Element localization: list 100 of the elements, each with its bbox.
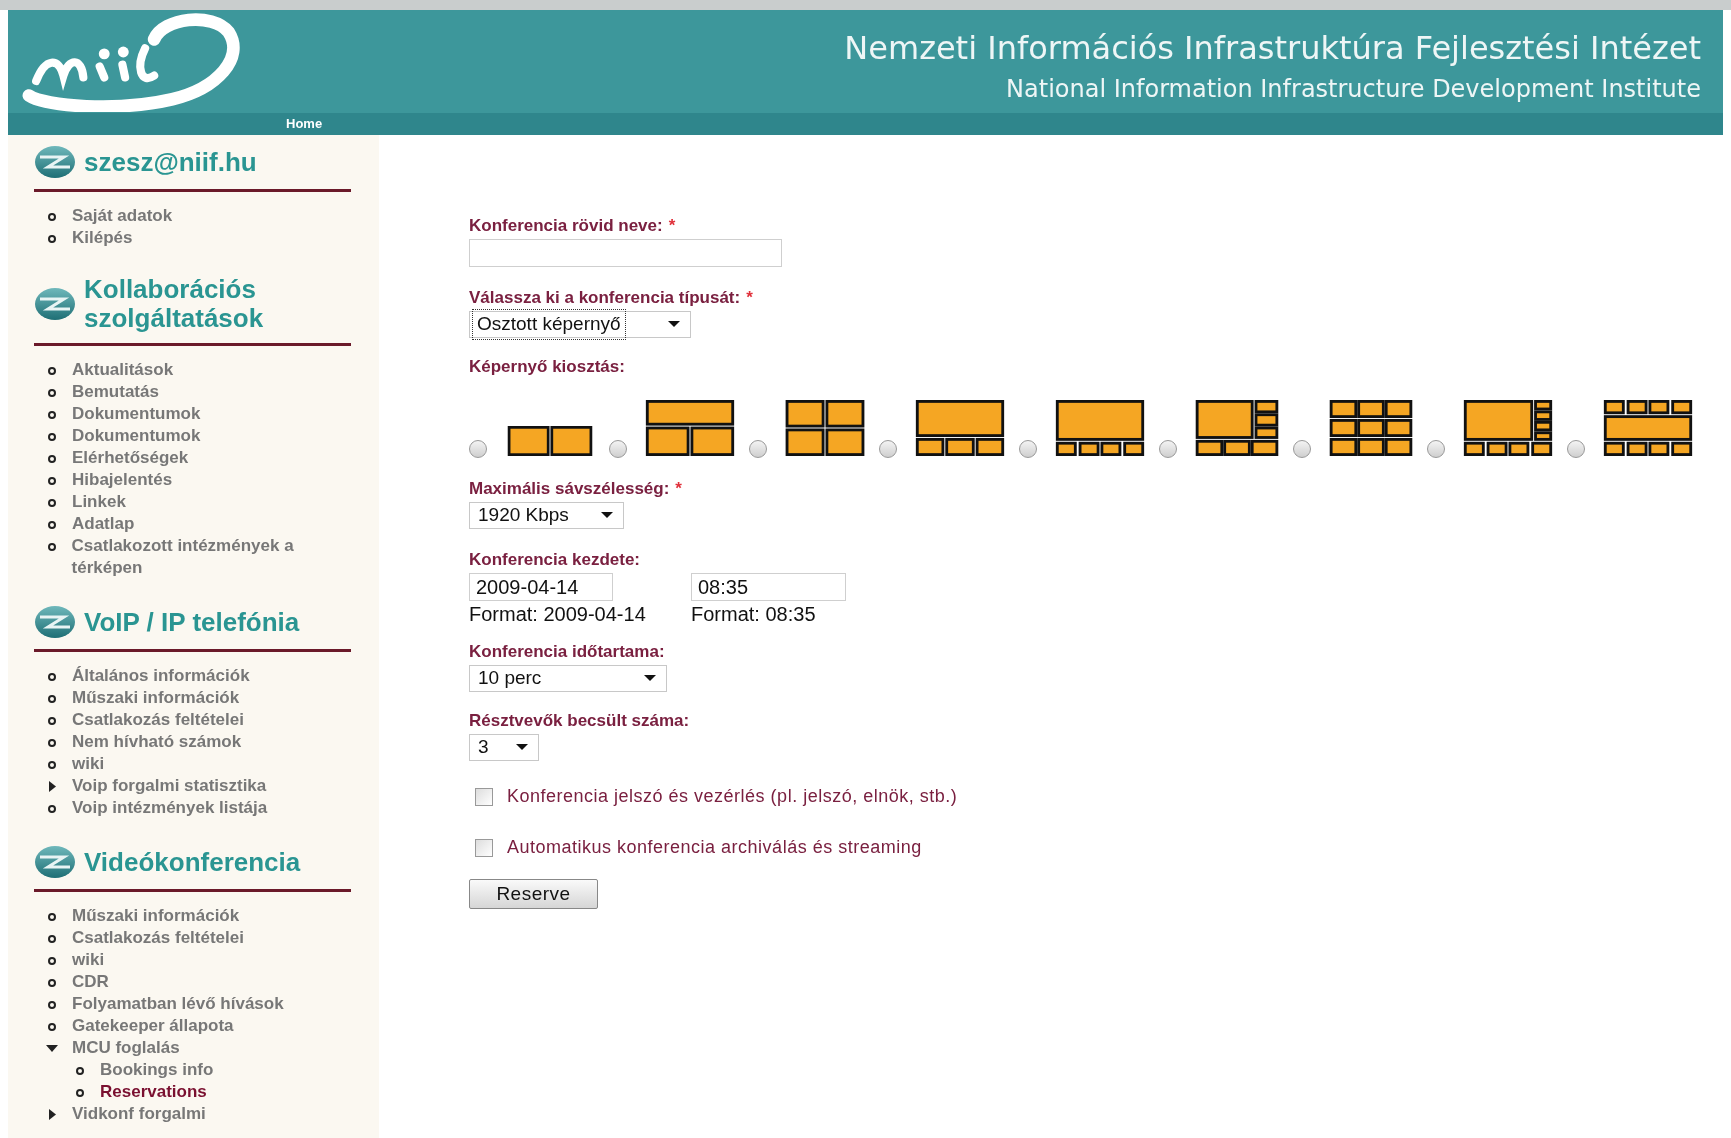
- sidebar-link[interactable]: Csatlakozás feltételei: [72, 927, 244, 949]
- bullet-icon: [48, 695, 56, 703]
- dropdown-arrow-icon: [601, 512, 613, 519]
- dropdown[interactable]: Osztott képernyő: [469, 311, 691, 338]
- screen-layout-icon: [1195, 400, 1279, 456]
- layout-radio[interactable]: [1427, 440, 1445, 458]
- bullet-icon: [48, 499, 56, 507]
- required-mark: *: [668, 215, 676, 237]
- bullet-icon: [48, 521, 56, 529]
- nav-link[interactable]: Home: [286, 114, 323, 134]
- layout-radio[interactable]: [469, 440, 487, 458]
- sidebar-link[interactable]: Vidkonf forgalmi: [72, 1103, 206, 1125]
- bullet-icon: [47, 543, 56, 551]
- screen-layout-icon: [645, 400, 735, 456]
- dropdown[interactable]: 3: [469, 734, 539, 761]
- section-heading: szesz@niif.hu: [84, 147, 258, 177]
- collapsed-arrow-icon[interactable]: [49, 1109, 57, 1120]
- sidebar-link[interactable]: Elérhetőségek: [72, 447, 189, 469]
- section-heading: Kollaborációs szolgáltatások: [84, 275, 265, 333]
- sidebar-link[interactable]: Csatlakozott intézmények a térképen: [71, 535, 359, 579]
- sidebar-link[interactable]: Dokumentumok: [72, 425, 201, 447]
- sidebar-link[interactable]: Bemutatás: [72, 381, 159, 403]
- field-label: Képernyő kiosztás:: [469, 356, 625, 378]
- sidebar-link[interactable]: Reservations: [100, 1081, 207, 1103]
- sidebar-link[interactable]: Csatlakozás feltételei: [72, 709, 244, 731]
- sidebar-link[interactable]: MCU foglalás: [72, 1037, 180, 1059]
- field-label: Konferencia rövid neve:: [469, 215, 663, 237]
- layout-radio[interactable]: [609, 440, 627, 458]
- bullet-icon: [48, 477, 56, 485]
- checkbox[interactable]: [475, 838, 493, 857]
- bullet-icon: [48, 455, 56, 463]
- bullet-icon: [48, 433, 56, 441]
- bullet-icon: [48, 235, 56, 243]
- checkbox-label: Automatikus konferencia archiválás és streaming: [507, 836, 922, 859]
- section-heading: Videókonferencia: [84, 847, 302, 877]
- screen-layout-icon: [1055, 400, 1145, 456]
- sidebar-link[interactable]: Adatlap: [72, 513, 135, 535]
- bullet-icon: [76, 1067, 84, 1075]
- layout-radio[interactable]: [749, 440, 767, 458]
- layout-radio[interactable]: [1293, 440, 1311, 458]
- field-label: Konferencia kezdete:: [469, 549, 640, 571]
- dropdown[interactable]: 10 perc: [469, 665, 667, 692]
- sidebar-link[interactable]: Gatekeeper állapota: [72, 1015, 234, 1037]
- sidebar-link[interactable]: Kilépés: [72, 227, 133, 249]
- sidebar-link[interactable]: CDR: [72, 971, 109, 993]
- dropdown-arrow-icon: [644, 675, 656, 682]
- layout-radio[interactable]: [1019, 440, 1037, 458]
- sidebar-link[interactable]: Voip forgalmi statisztika: [72, 775, 267, 797]
- layout-radio[interactable]: [1567, 440, 1585, 458]
- bullet-icon: [48, 739, 56, 747]
- name-input[interactable]: [469, 239, 782, 267]
- sidebar-link[interactable]: Aktualitások: [72, 359, 174, 381]
- sidebar-link[interactable]: Hibajelentés: [72, 469, 173, 491]
- sidebar-link[interactable]: Saját adatok: [72, 205, 173, 227]
- screen-layout-icon: [1329, 400, 1413, 456]
- date-format-hint: Format: 2009-04-14: [469, 602, 647, 627]
- bullet-icon: [48, 389, 56, 397]
- bullet-icon: [48, 411, 56, 419]
- bullet-icon: [48, 957, 56, 965]
- bullet-icon: [48, 367, 56, 375]
- sidebar-link[interactable]: Nem hívható számok: [72, 731, 242, 753]
- bullet-icon: [48, 717, 56, 725]
- bullet-icon: [48, 761, 56, 769]
- dropdown[interactable]: 1920 Kbps: [469, 502, 624, 529]
- reserve-button[interactable]: Reserve: [469, 879, 598, 909]
- field-label: Maximális sávszélesség:: [469, 478, 670, 500]
- site-title: Nemzeti Információs Infrastruktúra Fejlesztési Intézet: [844, 28, 1701, 69]
- site-subtitle: National Information Infrastructure Development Institute: [1006, 74, 1701, 105]
- field-label: Résztvevők becsült száma:: [469, 710, 690, 732]
- sidebar-link[interactable]: Műszaki információk: [72, 905, 240, 927]
- sidebar-link[interactable]: wiki: [72, 949, 105, 971]
- screen-layout-icon: [1603, 400, 1693, 456]
- checkbox[interactable]: [475, 787, 493, 806]
- sidebar-link[interactable]: Általános információk: [72, 665, 250, 687]
- sidebar-link[interactable]: Dokumentumok: [72, 403, 201, 425]
- bullet-icon: [76, 1089, 84, 1097]
- bullet-icon: [48, 1001, 56, 1009]
- time-input[interactable]: 08:35: [691, 573, 846, 601]
- collapsed-arrow-icon[interactable]: [49, 781, 57, 792]
- layout-radio[interactable]: [1159, 440, 1177, 458]
- sidebar-link[interactable]: Műszaki információk: [72, 687, 240, 709]
- sidebar-link[interactable]: Bookings info: [100, 1059, 214, 1081]
- dropdown-arrow-icon: [516, 744, 528, 751]
- section-heading: VoIP / IP telefónia: [84, 607, 301, 637]
- time-format-hint: Format: 08:35: [691, 602, 817, 627]
- bullet-icon: [48, 913, 56, 921]
- sidebar-link[interactable]: Folyamatban lévő hívások: [72, 993, 284, 1015]
- screen-layout-icon: [915, 400, 1005, 456]
- date-input[interactable]: 2009-04-14: [469, 573, 613, 601]
- section-icon: [34, 605, 76, 639]
- sidebar-link[interactable]: wiki: [72, 753, 105, 775]
- expanded-arrow-icon[interactable]: [46, 1045, 58, 1053]
- section-icon: [34, 845, 76, 879]
- bullet-icon: [48, 979, 56, 987]
- dropdown-arrow-icon: [668, 321, 680, 328]
- required-mark: *: [746, 287, 753, 309]
- sidebar-link[interactable]: Linkek: [72, 491, 126, 513]
- sidebar-link[interactable]: Voip intézmények listája: [72, 797, 268, 819]
- layout-radio[interactable]: [879, 440, 897, 458]
- checkbox-label: Konferencia jelszó és vezérlés (pl. jelszó, elnök, stb.): [507, 785, 958, 808]
